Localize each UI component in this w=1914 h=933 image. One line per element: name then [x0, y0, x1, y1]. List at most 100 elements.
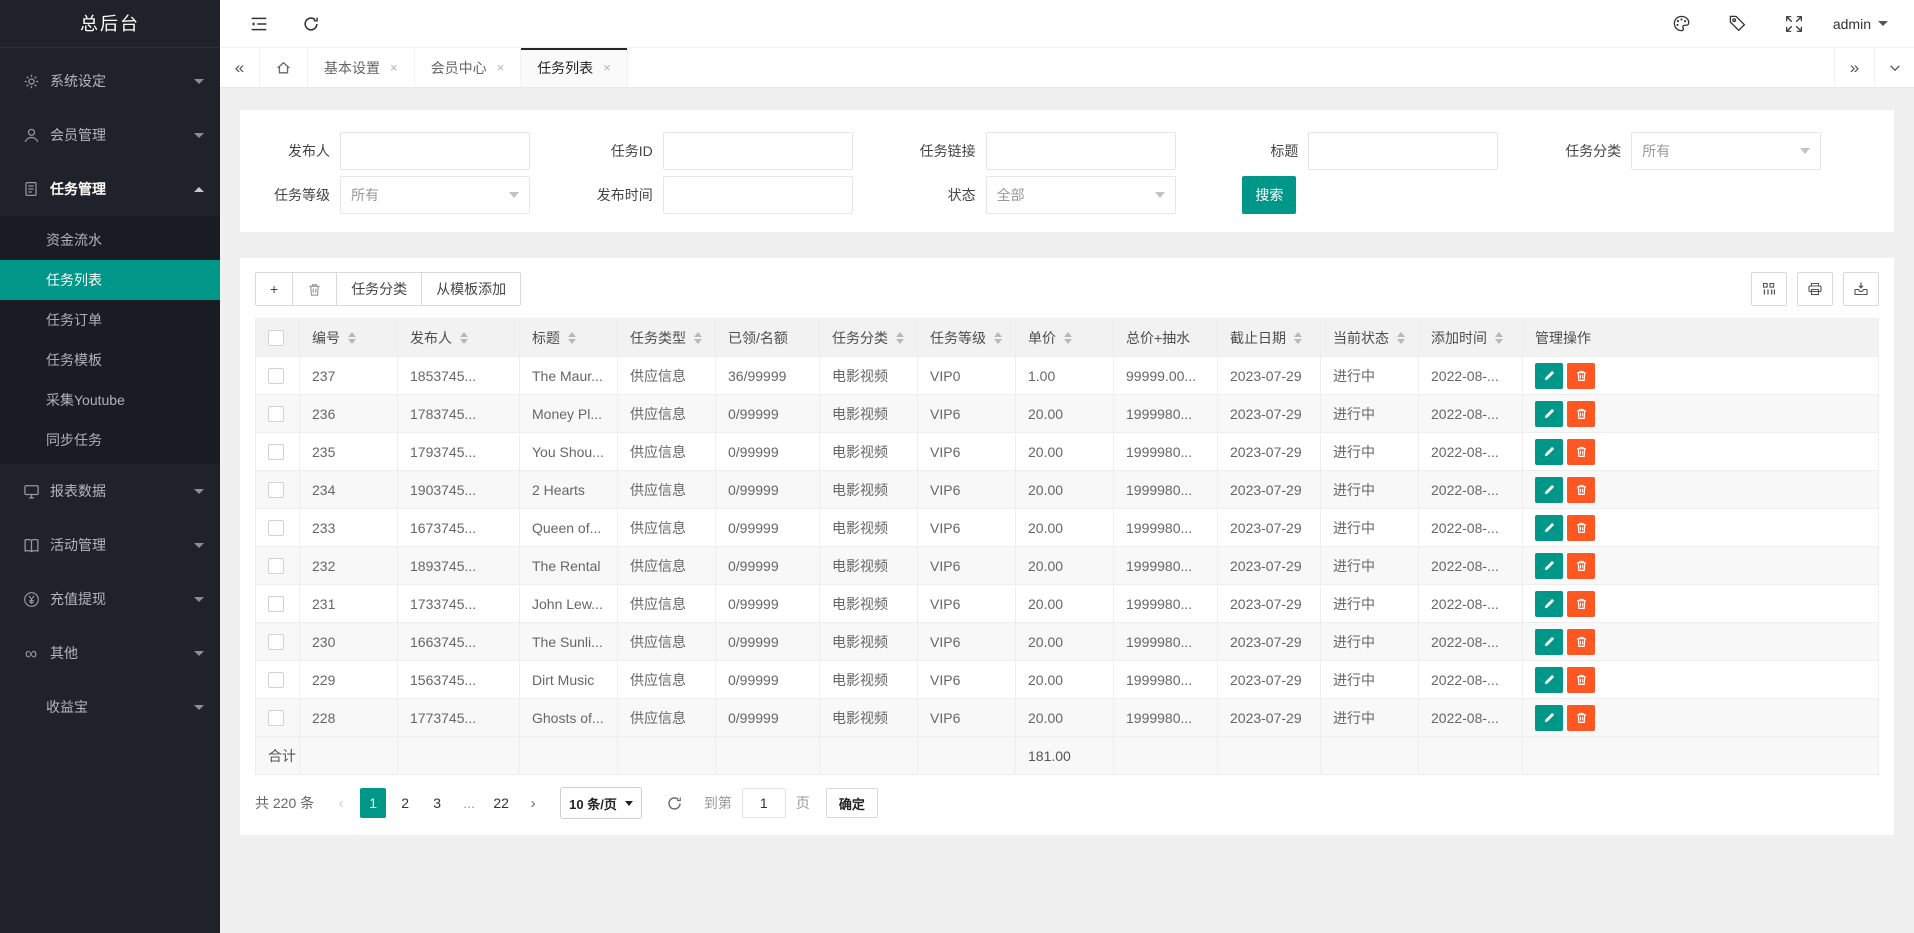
pagination-refresh-icon[interactable]: [660, 788, 690, 818]
tabs-scroll-left-icon[interactable]: «: [220, 48, 260, 87]
column-header-10[interactable]: 当前状态: [1321, 319, 1419, 357]
filter-input-1[interactable]: [663, 176, 853, 214]
tabs-menu-icon[interactable]: [1874, 48, 1914, 87]
sidebar-item-2[interactable]: 任务管理: [0, 162, 220, 216]
select-all-checkbox[interactable]: [268, 330, 284, 346]
row-checkbox[interactable]: [268, 520, 284, 536]
row-checkbox[interactable]: [268, 368, 284, 384]
edit-button[interactable]: [1535, 363, 1563, 389]
search-button[interactable]: 搜索: [1242, 176, 1296, 214]
row-checkbox[interactable]: [268, 672, 284, 688]
row-checkbox[interactable]: [268, 596, 284, 612]
page-size-select[interactable]: 10 条/页: [560, 787, 642, 819]
delete-button[interactable]: [1567, 553, 1595, 579]
filter-input-1[interactable]: [663, 132, 853, 170]
sort-icon[interactable]: [694, 332, 702, 344]
sidebar-item-6[interactable]: ∞其他: [0, 626, 220, 680]
delete-button[interactable]: [1567, 439, 1595, 465]
delete-button[interactable]: [1567, 363, 1595, 389]
sidebar-item-3[interactable]: 报表数据: [0, 464, 220, 518]
edit-button[interactable]: [1535, 439, 1563, 465]
column-header-0[interactable]: 编号: [300, 319, 398, 357]
edit-button[interactable]: [1535, 629, 1563, 655]
add-task-button[interactable]: +: [255, 272, 293, 306]
sort-icon[interactable]: [1064, 332, 1072, 344]
column-header-7[interactable]: 单价: [1016, 319, 1114, 357]
tab-close-icon[interactable]: ×: [603, 60, 611, 75]
task-category-button[interactable]: 任务分类: [336, 272, 422, 306]
column-header-5[interactable]: 任务分类: [820, 319, 918, 357]
fullscreen-icon[interactable]: [1777, 7, 1811, 41]
sort-icon[interactable]: [1495, 332, 1503, 344]
filter-select-0[interactable]: 所有: [340, 176, 530, 214]
sidebar-subitem-2-1[interactable]: 任务列表: [0, 260, 220, 300]
page-number-2[interactable]: 2: [392, 788, 418, 818]
sort-icon[interactable]: [1397, 332, 1405, 344]
sort-icon[interactable]: [896, 332, 904, 344]
filter-select-2[interactable]: 全部: [986, 176, 1176, 214]
next-page-icon[interactable]: ›: [520, 788, 546, 818]
sidebar-subitem-2-2[interactable]: 任务订单: [0, 300, 220, 340]
goto-confirm-button[interactable]: 确定: [826, 788, 878, 818]
edit-button[interactable]: [1535, 401, 1563, 427]
delete-button[interactable]: [1567, 401, 1595, 427]
print-icon[interactable]: [1797, 272, 1833, 306]
row-checkbox[interactable]: [268, 444, 284, 460]
tag-icon[interactable]: [1721, 7, 1755, 41]
sidebar-subitem-2-3[interactable]: 任务模板: [0, 340, 220, 380]
delete-tasks-button[interactable]: [292, 272, 337, 306]
user-menu[interactable]: admin: [1833, 16, 1888, 32]
sidebar-subitem-2-0[interactable]: 资金流水: [0, 220, 220, 260]
refresh-icon[interactable]: [294, 7, 328, 41]
delete-button[interactable]: [1567, 705, 1595, 731]
delete-button[interactable]: [1567, 591, 1595, 617]
tab-close-icon[interactable]: ×: [390, 60, 398, 75]
sort-icon[interactable]: [348, 332, 356, 344]
export-icon[interactable]: [1843, 272, 1879, 306]
page-number-1[interactable]: 1: [360, 788, 386, 818]
row-checkbox[interactable]: [268, 482, 284, 498]
delete-button[interactable]: [1567, 477, 1595, 503]
goto-page-input[interactable]: [742, 788, 786, 818]
delete-button[interactable]: [1567, 629, 1595, 655]
sort-icon[interactable]: [568, 332, 576, 344]
column-header-1[interactable]: 发布人: [398, 319, 520, 357]
sidebar-item-4[interactable]: 活动管理: [0, 518, 220, 572]
filter-select-4[interactable]: 所有: [1631, 132, 1821, 170]
filter-input-2[interactable]: [986, 132, 1176, 170]
add-from-template-button[interactable]: 从模板添加: [421, 272, 521, 306]
delete-button[interactable]: [1567, 667, 1595, 693]
prev-page-icon[interactable]: ‹: [328, 788, 354, 818]
sidebar-item-7[interactable]: 收益宝: [0, 680, 220, 734]
collapse-sidebar-icon[interactable]: [242, 7, 276, 41]
row-checkbox[interactable]: [268, 634, 284, 650]
row-checkbox[interactable]: [268, 406, 284, 422]
sidebar-subitem-2-5[interactable]: 同步任务: [0, 420, 220, 460]
delete-button[interactable]: [1567, 515, 1595, 541]
tab-1[interactable]: 会员中心×: [415, 48, 522, 87]
tab-2[interactable]: 任务列表×: [521, 48, 628, 87]
sidebar-item-5[interactable]: 充值提现: [0, 572, 220, 626]
columns-icon[interactable]: [1751, 272, 1787, 306]
edit-button[interactable]: [1535, 515, 1563, 541]
tab-0[interactable]: 基本设置×: [308, 48, 415, 87]
palette-icon[interactable]: [1665, 7, 1699, 41]
column-header-3[interactable]: 任务类型: [618, 319, 716, 357]
edit-button[interactable]: [1535, 667, 1563, 693]
page-number-22[interactable]: 22: [488, 788, 514, 818]
tab-close-icon[interactable]: ×: [497, 60, 505, 75]
column-header-6[interactable]: 任务等级: [918, 319, 1016, 357]
edit-button[interactable]: [1535, 477, 1563, 503]
row-checkbox[interactable]: [268, 710, 284, 726]
edit-button[interactable]: [1535, 705, 1563, 731]
filter-input-0[interactable]: [340, 132, 530, 170]
sidebar-item-0[interactable]: 系统设定: [0, 54, 220, 108]
edit-button[interactable]: [1535, 553, 1563, 579]
home-tab[interactable]: [260, 48, 308, 87]
page-number-3[interactable]: 3: [424, 788, 450, 818]
column-header-11[interactable]: 添加时间: [1419, 319, 1523, 357]
column-header-9[interactable]: 截止日期: [1218, 319, 1321, 357]
column-header-2[interactable]: 标题: [520, 319, 618, 357]
edit-button[interactable]: [1535, 591, 1563, 617]
sort-icon[interactable]: [460, 332, 468, 344]
